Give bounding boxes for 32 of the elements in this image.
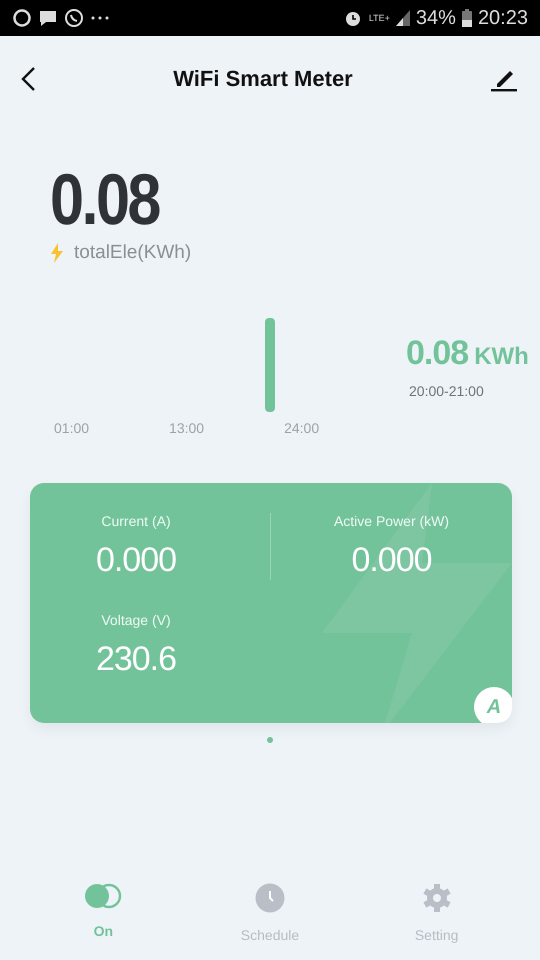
axis-label: 24:00 (284, 420, 320, 436)
chevron-left-icon (20, 66, 36, 92)
network-label: LTE+ (368, 13, 390, 23)
bolt-watermark-icon (322, 483, 512, 723)
total-energy-label: totalEle(KWh) (74, 242, 192, 264)
clock-time: 20:23 (478, 6, 528, 30)
usage-value: 0.08 (406, 334, 468, 373)
battery-percent: 34% (416, 6, 456, 30)
metric-label: Active Power (kW) (334, 513, 450, 529)
more-icon (90, 15, 110, 21)
toggle-icon (84, 883, 122, 909)
metric-value: 0.000 (351, 541, 432, 580)
axis-label: 01:00 (54, 420, 90, 436)
message-icon (38, 8, 58, 28)
chat-icon (64, 8, 84, 28)
signal-icon (396, 10, 410, 26)
settings-icon (422, 883, 451, 913)
usage-period: 20:00-21:00 (409, 383, 485, 399)
metric-label: Current (A) (101, 513, 171, 529)
metric-label: Voltage (V) (101, 612, 171, 628)
metric-value: 230.6 (96, 640, 176, 679)
auto-badge[interactable]: A (474, 687, 512, 723)
axis-label: 13:00 (169, 420, 204, 436)
metric-value: 0.000 (96, 541, 176, 580)
clock-icon (254, 883, 285, 913)
page-title: WiFi Smart Meter (173, 66, 353, 92)
usage-unit: KWh (474, 343, 529, 371)
app-icon (12, 8, 32, 28)
nav-tab[interactable]: On (43, 882, 164, 944)
total-energy-value: 0.08 (50, 162, 159, 238)
battery-icon (462, 9, 472, 27)
lightning-icon (50, 243, 64, 263)
